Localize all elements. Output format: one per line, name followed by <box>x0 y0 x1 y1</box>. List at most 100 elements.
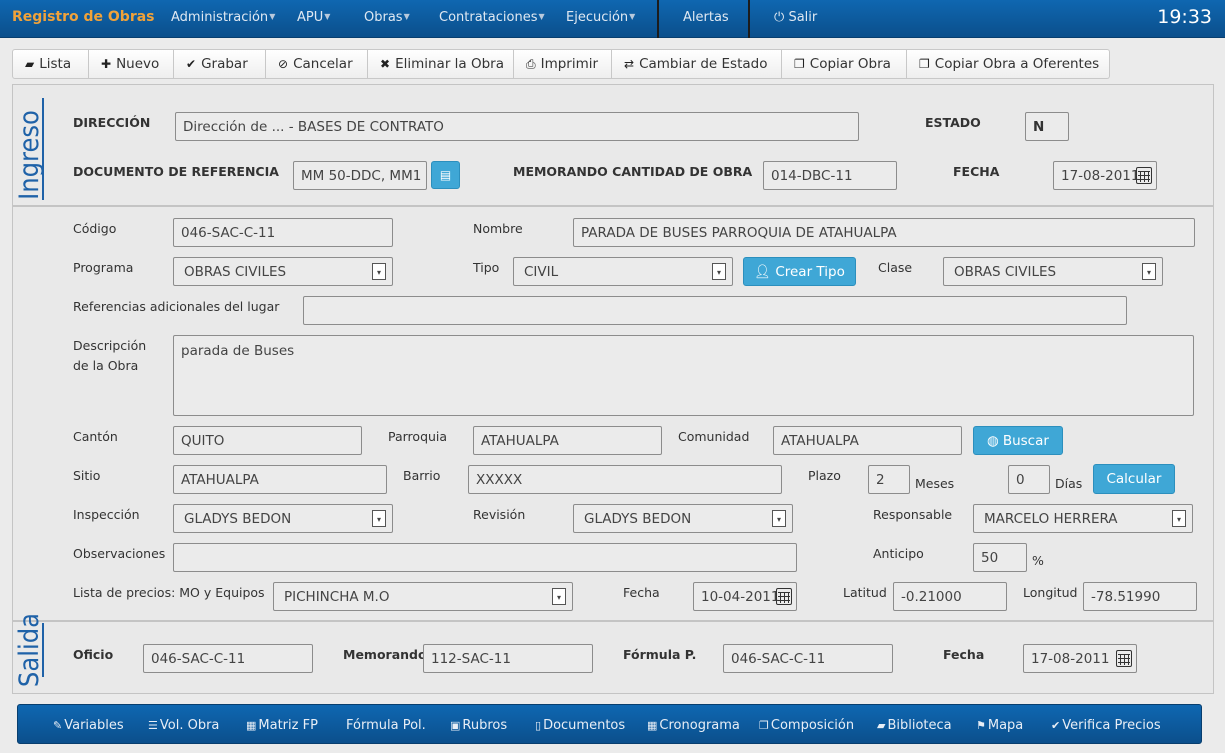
oficio-label: Oficio <box>73 647 114 662</box>
copy-icon: ❐ <box>759 719 769 732</box>
memorando-field[interactable]: 112-SAC-11 <box>423 644 593 673</box>
verifica-precios-link[interactable]: ✔ Verifica Precios <box>1051 718 1161 733</box>
rubros-link[interactable]: ▣ Rubros <box>450 718 507 733</box>
cronograma-link[interactable]: ▦ Cronograma <box>647 718 740 733</box>
select-value: MARCELO HERRERA <box>984 510 1118 527</box>
comunidad-field[interactable]: ATAHUALPA <box>773 426 962 455</box>
copiar-obra-button[interactable]: ❐ Copiar Obra <box>782 49 907 79</box>
caret-down-icon: ▼ <box>403 12 410 21</box>
menu-ejecucion[interactable]: Ejecución▼ <box>566 10 635 25</box>
select-value: GLADYS BEDON <box>584 510 692 527</box>
memo-cantidad-field[interactable]: 014-DBC-11 <box>763 161 897 190</box>
salida-side-label: Salida <box>14 612 45 688</box>
cancelar-button[interactable]: ⊘ Cancelar <box>266 49 368 79</box>
menu-alertas[interactable]: Alertas <box>683 10 729 25</box>
barrio-field[interactable]: XXXXX <box>468 465 782 494</box>
sitio-field[interactable]: ATAHUALPA <box>173 465 387 494</box>
nuevo-button[interactable]: ✚ Nuevo <box>89 49 174 79</box>
oficio-field[interactable]: 046-SAC-C-11 <box>143 644 313 673</box>
referencias-field[interactable] <box>303 296 1127 325</box>
calendar-icon: ▦ <box>647 719 658 732</box>
latitud-field[interactable]: -0.21000 <box>893 582 1007 611</box>
tipo-select[interactable]: CIVIL ▾ <box>513 257 733 286</box>
grabar-button[interactable]: ✔ Grabar <box>174 49 266 79</box>
app-brand[interactable]: Registro de Obras <box>12 9 155 25</box>
lista-button[interactable]: ▰ Lista <box>12 49 89 79</box>
matriz-fp-link[interactable]: ▦ Matriz FP <box>246 718 318 733</box>
biblioteca-link[interactable]: ▰ Biblioteca <box>877 718 952 733</box>
fecha-ingreso-field[interactable]: 17-08-2011 <box>1053 161 1157 190</box>
canton-field[interactable]: QUITO <box>173 426 362 455</box>
button-label: Nuevo <box>116 56 160 72</box>
calcular-button[interactable]: Calcular <box>1093 464 1175 494</box>
formula-field[interactable]: 046-SAC-C-11 <box>723 644 893 673</box>
descripcion-textarea[interactable]: parada de Buses <box>173 335 1194 416</box>
estado-field[interactable]: N <box>1025 112 1069 141</box>
formula-pol-link[interactable]: Fórmula Pol. <box>346 718 426 733</box>
menu-administracion[interactable]: Administración▼ <box>171 10 275 25</box>
direccion-label: DIRECCIÓN <box>73 115 151 130</box>
copiar-oferentes-button[interactable]: ❐ Copiar Obra a Oferentes <box>907 49 1110 79</box>
fecha-salida-field[interactable]: 17-08-2011 <box>1023 644 1137 673</box>
inspeccion-select[interactable]: GLADYS BEDON ▾ <box>173 504 393 533</box>
doc-referencia-field[interactable]: MM 50-DDC, MM1 <box>293 161 427 190</box>
logout-link[interactable]: ⏻ Salir <box>774 10 817 25</box>
book-icon: ▰ <box>25 57 35 71</box>
eliminar-obra-button[interactable]: ✖ Eliminar la Obra <box>368 49 514 79</box>
navbar-divider <box>748 0 750 38</box>
anticipo-field[interactable]: 50 <box>973 543 1027 572</box>
menu-label: Administración <box>171 10 269 25</box>
descripcion-label-2: de la Obra <box>73 358 139 373</box>
caret-down-icon: ▼ <box>269 12 276 21</box>
crear-tipo-button[interactable]: 👤︎ Crear Tipo <box>743 257 856 286</box>
longitud-field[interactable]: -78.51990 <box>1083 582 1197 611</box>
nombre-label: Nombre <box>473 221 523 236</box>
buscar-button[interactable]: ◍ Buscar <box>973 426 1063 455</box>
plazo-label: Plazo <box>808 468 841 483</box>
parroquia-field[interactable]: ATAHUALPA <box>473 426 662 455</box>
dropdown-arrow-icon: ▾ <box>552 588 566 605</box>
fecha-precios-field[interactable]: 10-04-2011 <box>693 582 797 611</box>
vol-obra-link[interactable]: ☰ Vol. Obra <box>148 718 219 733</box>
programa-select[interactable]: OBRAS CIVILES ▾ <box>173 257 393 286</box>
mapa-link[interactable]: ⚑ Mapa <box>976 718 1023 733</box>
descripcion-label: Descripción <box>73 338 147 353</box>
comunidad-label: Comunidad <box>678 429 750 444</box>
plazo-dias-field[interactable]: 0 <box>1008 465 1050 494</box>
check-icon: ✔ <box>1051 719 1061 732</box>
clase-select[interactable]: OBRAS CIVILES ▾ <box>943 257 1163 286</box>
menu-contrataciones[interactable]: Contrataciones▼ <box>439 10 545 25</box>
revision-select[interactable]: GLADYS BEDON ▾ <box>573 504 793 533</box>
cambiar-estado-button[interactable]: ⇄ Cambiar de Estado <box>612 49 782 79</box>
menu-apu[interactable]: APU▼ <box>297 10 330 25</box>
user-icon: 👤︎ <box>754 263 772 280</box>
link-label: Documentos <box>543 718 626 733</box>
responsable-select[interactable]: MARCELO HERRERA ▾ <box>973 504 1193 533</box>
close-icon: ✖ <box>380 57 391 71</box>
fecha-ingreso-label: FECHA <box>953 164 1000 179</box>
documentos-link[interactable]: ▯ Documentos <box>535 718 625 733</box>
codigo-field[interactable]: 046-SAC-C-11 <box>173 218 393 247</box>
calendar-icon[interactable] <box>1116 650 1132 667</box>
observaciones-field[interactable] <box>173 543 797 572</box>
button-label: Imprimir <box>540 56 599 72</box>
canton-label: Cantón <box>73 429 118 444</box>
fecha-precios-label: Fecha <box>623 585 660 600</box>
dropdown-arrow-icon: ▾ <box>372 263 386 280</box>
document-button[interactable]: ▤ <box>431 161 460 189</box>
composicion-link[interactable]: ❐ Composición <box>759 718 854 733</box>
direccion-field[interactable]: Dirección de ... - BASES DE CONTRATO <box>175 112 859 141</box>
imprimir-button[interactable]: ⎙ Imprimir <box>514 49 612 79</box>
calendar-icon[interactable] <box>1136 167 1152 184</box>
percent-label: % <box>1032 553 1044 568</box>
calendar-icon[interactable] <box>776 588 792 605</box>
responsable-label: Responsable <box>873 507 953 522</box>
lista-precios-select[interactable]: PICHINCHA M.O ▾ <box>273 582 573 611</box>
copy-icon: ❐ <box>794 57 805 71</box>
variables-link[interactable]: ✎ Variables <box>53 718 124 733</box>
plazo-meses-field[interactable]: 2 <box>868 465 910 494</box>
nombre-field[interactable]: PARADA DE BUSES PARROQUIA DE ATAHUALPA <box>573 218 1195 247</box>
menu-obras[interactable]: Obras▼ <box>364 10 410 25</box>
formula-label: Fórmula P. <box>623 647 697 662</box>
doc-referencia-label: DOCUMENTO DE REFERENCIA <box>73 164 279 179</box>
